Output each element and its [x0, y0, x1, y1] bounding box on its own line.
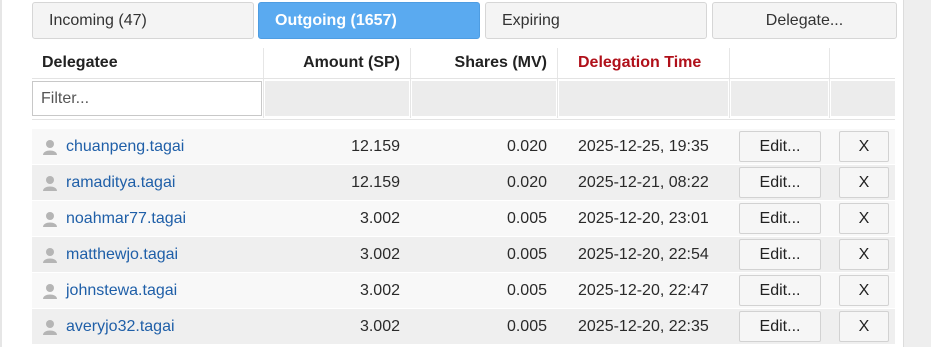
table-row: noahmar77.tagai 3.002 0.005 2025-12-20, … [32, 201, 895, 236]
edit-button[interactable]: Edit... [739, 203, 821, 234]
remove-button[interactable]: X [839, 203, 889, 234]
header-shares[interactable]: Shares (MV) [411, 48, 547, 78]
remove-button[interactable]: X [839, 275, 889, 306]
delegation-time: 2025-12-20, 23:01 [578, 210, 709, 227]
shares-value: 0.005 [506, 318, 547, 335]
delegations-panel: Incoming (47) Outgoing (1657) Expiring D… [0, 0, 931, 347]
filter-input[interactable] [32, 81, 262, 116]
delegation-time: 2025-12-21, 08:22 [578, 174, 709, 191]
delegatee-link[interactable]: matthewjo.tagai [66, 237, 178, 272]
remove-button[interactable]: X [839, 131, 889, 162]
table-row: matthewjo.tagai 3.002 0.005 2025-12-20, … [32, 237, 895, 272]
header-divider [32, 78, 895, 79]
header-amount[interactable]: Amount (SP) [264, 48, 400, 78]
shares-value: 0.005 [506, 282, 547, 299]
filter-cell-amount [265, 81, 409, 116]
shares-value: 0.020 [506, 138, 547, 155]
header-delegation-time[interactable]: Delegation Time [578, 48, 728, 78]
user-icon [43, 212, 57, 227]
scrollbar-track[interactable] [903, 0, 931, 347]
column-divider [557, 48, 558, 118]
user-icon [43, 284, 57, 299]
amount-value: 3.002 [359, 282, 400, 299]
column-divider [410, 48, 411, 118]
filter-cell-shares [412, 81, 556, 116]
left-border [0, 0, 2, 347]
tab-expiring[interactable]: Expiring [485, 2, 707, 39]
delegatee-link[interactable]: johnstewa.tagai [66, 273, 177, 308]
edit-button[interactable]: Edit... [739, 275, 821, 306]
amount-value: 3.002 [359, 246, 400, 263]
edit-button[interactable]: Edit... [739, 167, 821, 198]
delegatee-link[interactable]: ramaditya.tagai [66, 165, 175, 200]
table-row: ramaditya.tagai 12.159 0.020 2025-12-21,… [32, 165, 895, 200]
column-divider [829, 48, 830, 118]
user-icon [43, 140, 57, 155]
delegatee-link[interactable]: noahmar77.tagai [66, 201, 186, 236]
remove-button[interactable]: X [839, 167, 889, 198]
amount-value: 12.159 [351, 174, 400, 191]
delegation-time: 2025-12-20, 22:54 [578, 246, 709, 263]
user-icon [43, 320, 57, 335]
amount-value: 3.002 [359, 210, 400, 227]
column-divider [263, 48, 264, 118]
column-divider [729, 48, 730, 118]
edit-button[interactable]: Edit... [739, 311, 821, 342]
user-icon [43, 176, 57, 191]
filter-cell-edit [731, 81, 828, 116]
delegation-time: 2025-12-20, 22:47 [578, 282, 709, 299]
user-icon [43, 248, 57, 263]
shares-value: 0.005 [506, 246, 547, 263]
tab-outgoing[interactable]: Outgoing (1657) [258, 2, 480, 39]
remove-button[interactable]: X [839, 311, 889, 342]
delegate-button[interactable]: Delegate... [712, 2, 897, 39]
filter-divider [32, 119, 895, 120]
delegation-time: 2025-12-25, 19:35 [578, 138, 709, 155]
shares-value: 0.020 [506, 174, 547, 191]
header-delegatee[interactable]: Delegatee [42, 48, 242, 78]
shares-value: 0.005 [506, 210, 547, 227]
delegatee-link[interactable]: chuanpeng.tagai [66, 129, 184, 164]
tab-incoming[interactable]: Incoming (47) [32, 2, 254, 39]
delegatee-link[interactable]: averyjo32.tagai [66, 309, 175, 344]
amount-value: 3.002 [359, 318, 400, 335]
table-row: johnstewa.tagai 3.002 0.005 2025-12-20, … [32, 273, 895, 308]
delegation-time: 2025-12-20, 22:35 [578, 318, 709, 335]
edit-button[interactable]: Edit... [739, 131, 821, 162]
filter-cell-time [559, 81, 728, 116]
table-row: chuanpeng.tagai 12.159 0.020 2025-12-25,… [32, 129, 895, 164]
amount-value: 12.159 [351, 138, 400, 155]
remove-button[interactable]: X [839, 239, 889, 270]
edit-button[interactable]: Edit... [739, 239, 821, 270]
table-row: averyjo32.tagai 3.002 0.005 2025-12-20, … [32, 309, 895, 344]
filter-cell-remove [831, 81, 895, 116]
